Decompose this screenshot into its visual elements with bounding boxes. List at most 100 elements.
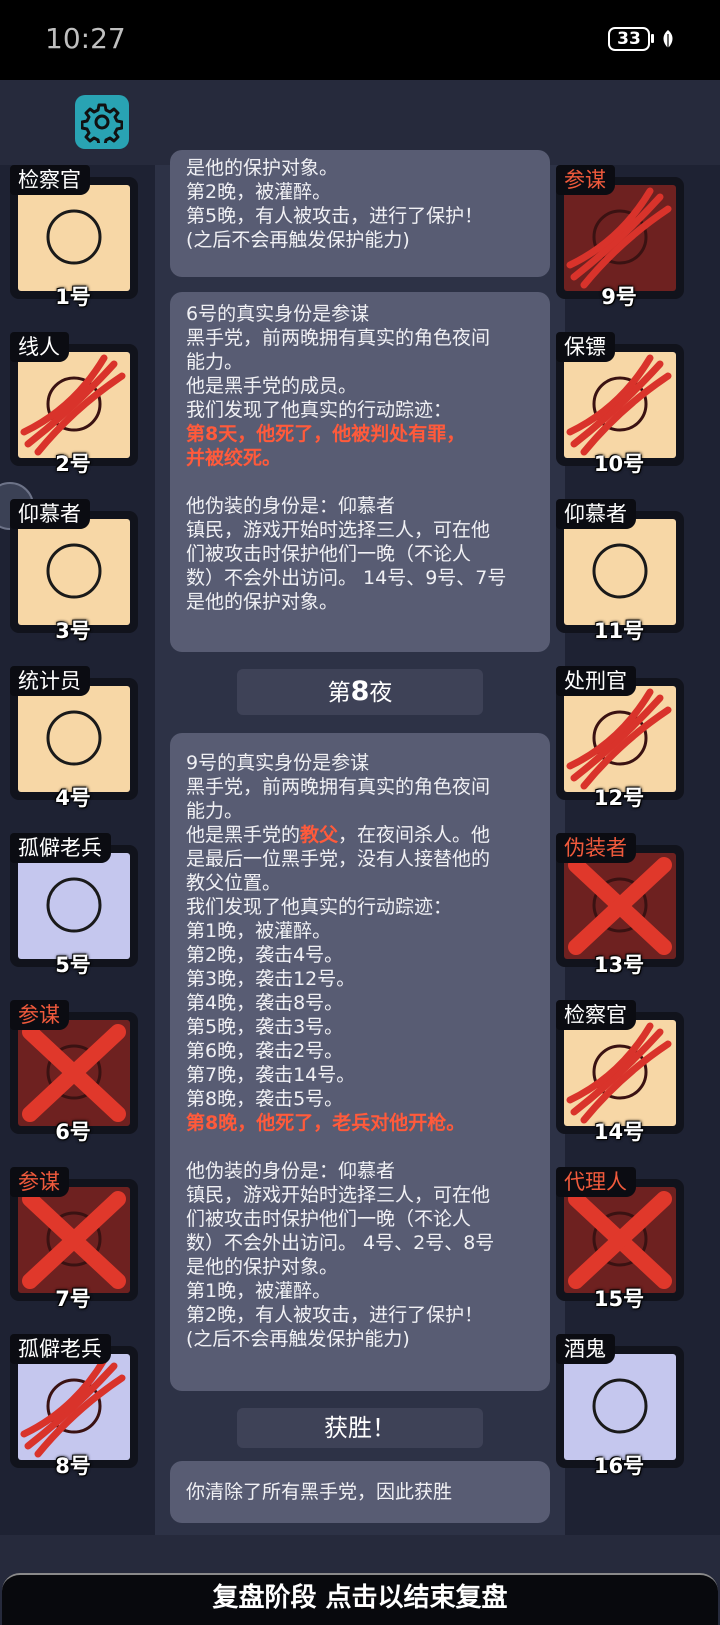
player-number: 3号	[55, 619, 91, 643]
log-line: 第2晚，袭击4号。	[186, 944, 344, 966]
role-icon	[46, 543, 102, 599]
log-line-death: 第8晚，他死了，老兵对他开枪。	[186, 1112, 466, 1134]
log-line: 黑手党，前两晚拥有真实的角色夜间	[186, 776, 491, 798]
log-line: 们被攻击时保护他们一晚（不论人	[186, 1208, 472, 1230]
gear-icon	[81, 103, 123, 143]
log-line: 是他的保护对象。	[186, 157, 339, 179]
cross-mark-icon	[568, 1191, 672, 1289]
log-entry-previous: 是他的保护对象。 第2晚，被灌醉。 第5晚，有人被攻击，进行了保护！ (之后不会再触发…	[170, 150, 550, 277]
player-role-label: 统计员	[10, 666, 90, 696]
log-line: 数）不会外出访问。 4号、2号、8号	[186, 1232, 495, 1254]
log-line: 他伪装的身份是：仰慕者	[186, 495, 396, 517]
battery-tip	[651, 34, 654, 43]
log-line: 能力。	[186, 351, 244, 373]
player-card[interactable]: 参谋 7号	[4, 1167, 142, 1311]
claw-mark-icon	[20, 354, 126, 456]
log-line: 第6晚，袭击2号。	[186, 1040, 344, 1062]
status-time: 10:27	[45, 22, 126, 55]
player-card[interactable]: 处刑官 12号	[550, 666, 688, 810]
log-line: 是他的保护对象。	[186, 1256, 339, 1278]
player-role-label: 处刑官	[556, 666, 636, 696]
player-number: 4号	[55, 786, 91, 810]
log-line: 教父位置。	[186, 872, 282, 894]
player-role-label: 参谋	[556, 165, 615, 195]
log-line: 我们发现了他真实的行动踪迹：	[186, 896, 453, 918]
player-card[interactable]: 参谋 9号	[550, 165, 688, 309]
log-line: 第5晚，袭击3号。	[186, 1016, 344, 1038]
player-card[interactable]: 孤僻老兵 5号	[4, 833, 142, 977]
player-role-label: 酒鬼	[556, 1334, 615, 1364]
log-line: 第7晚，袭击14号。	[186, 1064, 356, 1086]
log-line: 第1晚，被灌醉。	[186, 920, 332, 942]
player-role-label: 代理人	[556, 1167, 636, 1197]
status-bar: 10:27 33	[0, 0, 720, 80]
log-line: 9号的真实身份是参谋	[186, 752, 370, 774]
player-role-label: 检察官	[556, 1000, 636, 1030]
role-icon	[592, 1378, 648, 1434]
player-number: 2号	[55, 452, 91, 476]
player-role-label: 仰慕者	[556, 499, 636, 529]
log-line: (之后不会再触发保护能力)	[186, 1328, 410, 1350]
player-card[interactable]: 检察官 1号	[4, 165, 142, 309]
night-prefix: 第	[327, 680, 351, 706]
player-number: 9号	[601, 285, 637, 309]
log-line: 镇民，游戏开始时选择三人，可在他	[186, 519, 491, 541]
player-role-label: 保镖	[556, 332, 615, 362]
player-card[interactable]: 线人 2号	[4, 332, 142, 476]
player-role-label: 孤僻老兵	[10, 833, 111, 863]
player-role-label: 仰慕者	[10, 499, 90, 529]
player-number: 15号	[593, 1287, 645, 1311]
player-card[interactable]: 孤僻老兵 8号	[4, 1334, 142, 1478]
player-number: 5号	[55, 953, 91, 977]
log-line-godfather: 他是黑手党的教父，在夜间杀人。他	[186, 823, 534, 847]
player-card[interactable]: 保镖 10号	[550, 332, 688, 476]
player-card[interactable]: 检察官 14号	[550, 1000, 688, 1144]
player-card[interactable]: 参谋 6号	[4, 1000, 142, 1144]
log-entry-player-9: 9号的真实身份是参谋 黑手党，前两晚拥有真实的角色夜间 能力。 他是黑手党的教父，在…	[170, 733, 550, 1391]
log-line: 他伪装的身份是：仰慕者	[186, 1160, 396, 1182]
player-number: 11号	[593, 619, 645, 643]
player-role-label: 参谋	[10, 1000, 69, 1030]
claw-mark-icon	[566, 688, 672, 790]
log-line: 是他的保护对象。	[186, 591, 339, 613]
log-line: 第8晚，袭击5号。	[186, 1088, 344, 1110]
player-card[interactable]: 统计员 4号	[4, 666, 142, 810]
cross-mark-icon	[22, 1191, 126, 1289]
battery-level: 33	[617, 29, 641, 49]
role-icon	[46, 877, 102, 933]
log-line: 我们发现了他真实的行动踪迹：	[186, 399, 453, 421]
battery-icon: 33	[608, 27, 650, 51]
log-line: 第1晚，被灌醉。	[186, 1280, 332, 1302]
log-line: 们被攻击时保护他们一晚（不论人	[186, 543, 472, 565]
claw-mark-icon	[566, 354, 672, 456]
godfather-prefix: 他是黑手党的	[186, 824, 301, 846]
log-line: 第5晚，有人被攻击，进行了保护！	[186, 205, 484, 227]
player-card[interactable]: 酒鬼 16号	[550, 1334, 688, 1478]
cross-mark-icon	[568, 857, 672, 955]
log-line: 第2晚，有人被攻击，进行了保护！	[186, 1304, 484, 1326]
role-icon	[46, 710, 102, 766]
player-role-label: 线人	[10, 332, 69, 362]
player-role-label: 参谋	[10, 1167, 69, 1197]
player-number: 1号	[55, 285, 91, 309]
night-8-header: 第8夜	[237, 669, 483, 715]
player-role-label: 孤僻老兵	[10, 1334, 111, 1364]
player-card[interactable]: 伪装者 13号	[550, 833, 688, 977]
role-icon	[592, 543, 648, 599]
player-number: 7号	[55, 1287, 91, 1311]
player-card[interactable]: 仰慕者 11号	[550, 499, 688, 643]
player-card[interactable]: 代理人 15号	[550, 1167, 688, 1311]
victory-header: 获胜！	[237, 1408, 483, 1448]
player-role-label: 检察官	[10, 165, 90, 195]
log-line: 6号的真实身份是参谋	[186, 303, 370, 325]
settings-button[interactable]	[75, 95, 129, 149]
player-number: 13号	[593, 953, 645, 977]
godfather-suffix: ，在夜间杀人。他	[338, 824, 491, 846]
log-line: 镇民，游戏开始时选择三人，可在他	[186, 1184, 491, 1206]
victory-message: 你清除了所有黑手党，因此获胜	[170, 1461, 550, 1523]
player-card[interactable]: 仰慕者 3号	[4, 499, 142, 643]
log-line: 第8天，他死了，他被判处有罪，	[186, 423, 466, 445]
night-suffix: 夜	[369, 680, 393, 706]
end-review-button[interactable]: 复盘阶段 点击以结束复盘	[2, 1573, 718, 1625]
